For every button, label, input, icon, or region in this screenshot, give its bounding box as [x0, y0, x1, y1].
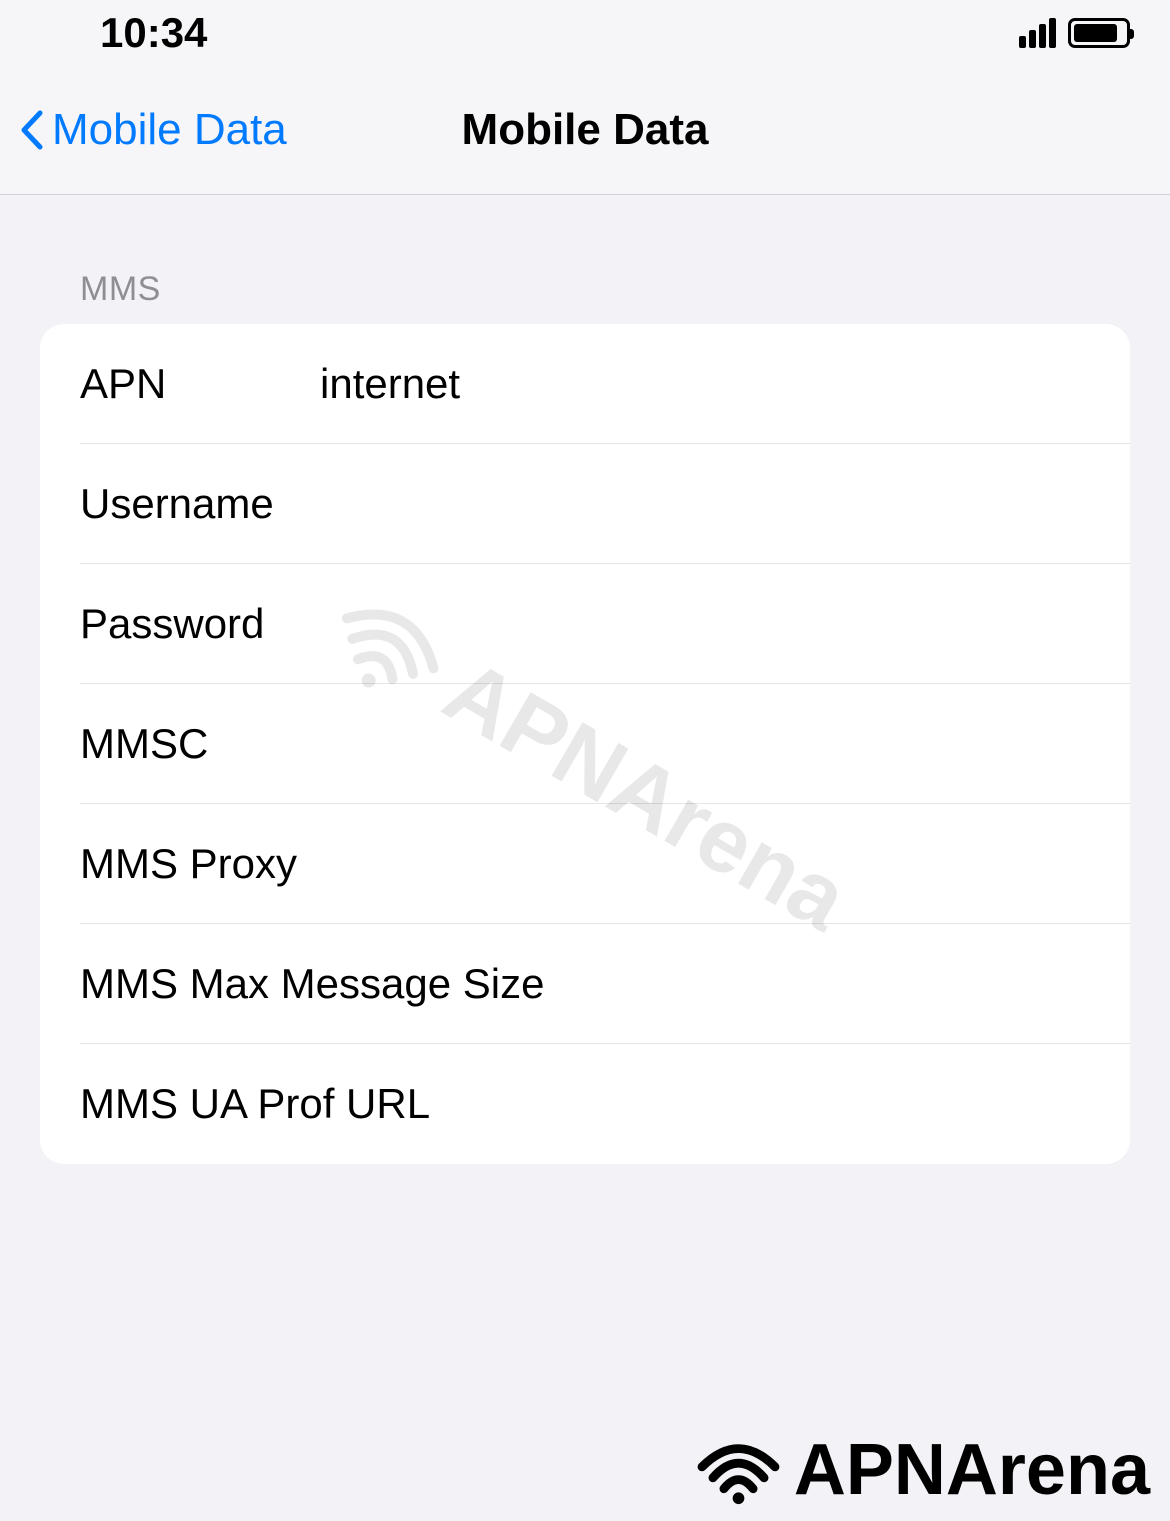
- mmsc-input[interactable]: [320, 720, 1090, 768]
- content: MMS APN Username Password MMSC MMS Proxy…: [0, 195, 1170, 1164]
- battery-icon: [1068, 18, 1130, 48]
- navigation-bar: Mobile Data Mobile Data: [0, 65, 1170, 195]
- mms-ua-prof-label: MMS UA Prof URL: [80, 1080, 1090, 1128]
- mms-proxy-label: MMS Proxy: [80, 840, 1090, 888]
- watermark-footer-text: APNArena: [794, 1429, 1150, 1511]
- watermark-footer: APNArena: [691, 1429, 1150, 1511]
- back-label: Mobile Data: [52, 105, 287, 155]
- mms-max-size-row[interactable]: MMS Max Message Size: [40, 924, 1130, 1044]
- status-right: [1019, 18, 1130, 48]
- wifi-icon: [691, 1433, 786, 1508]
- signal-icon: [1019, 18, 1056, 48]
- mms-max-size-label: MMS Max Message Size: [80, 960, 1090, 1008]
- password-label: Password: [80, 600, 320, 648]
- chevron-left-icon: [20, 109, 44, 151]
- apn-label: APN: [80, 360, 320, 408]
- back-button[interactable]: Mobile Data: [20, 105, 287, 155]
- password-row[interactable]: Password: [40, 564, 1130, 684]
- password-input[interactable]: [320, 600, 1090, 648]
- username-row[interactable]: Username: [40, 444, 1130, 564]
- status-time: 10:34: [40, 9, 207, 57]
- username-input[interactable]: [320, 480, 1090, 528]
- apn-input[interactable]: [320, 360, 1090, 408]
- page-title: Mobile Data: [462, 105, 709, 155]
- section-header: MMS: [0, 270, 1170, 324]
- mms-proxy-row[interactable]: MMS Proxy: [40, 804, 1130, 924]
- apn-row[interactable]: APN: [40, 324, 1130, 444]
- username-label: Username: [80, 480, 320, 528]
- mmsc-row[interactable]: MMSC: [40, 684, 1130, 804]
- mms-ua-prof-row[interactable]: MMS UA Prof URL: [40, 1044, 1130, 1164]
- settings-group: APN Username Password MMSC MMS Proxy MMS…: [40, 324, 1130, 1164]
- status-bar: 10:34: [0, 0, 1170, 65]
- mmsc-label: MMSC: [80, 720, 320, 768]
